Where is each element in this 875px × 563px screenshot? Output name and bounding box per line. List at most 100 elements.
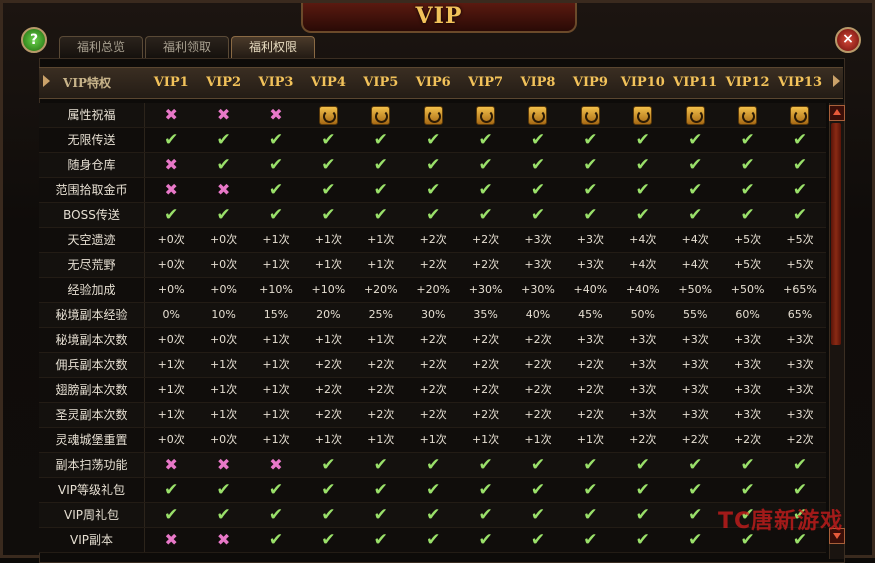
privilege-value: +1次 — [471, 433, 500, 446]
check-icon: ✔ — [478, 205, 493, 225]
blessing-icon — [407, 103, 459, 127]
privilege-value: +1次 — [262, 408, 290, 421]
header-left-arrow-icon[interactable] — [43, 75, 50, 87]
privilege-value: +50% — [730, 283, 765, 296]
check-icon: ✔ — [792, 455, 808, 475]
help-icon[interactable]: ? — [21, 27, 47, 53]
vip-level-header: VIP6 — [415, 75, 451, 90]
check-icon: ✔ — [740, 205, 755, 225]
privilege-value: +2次 — [629, 433, 657, 446]
check-icon: ✔ — [426, 155, 441, 175]
privilege-value: +1次 — [314, 433, 342, 446]
check-icon: ✔ — [321, 505, 336, 525]
privilege-value: +2次 — [576, 408, 604, 421]
check-icon: ✔ — [688, 155, 703, 175]
cross-icon: ✖ — [216, 455, 231, 474]
check-icon: ✔ — [478, 455, 493, 475]
privilege-value: +30% — [468, 283, 503, 296]
check-icon: ✔ — [478, 180, 493, 200]
privilege-value: +50% — [678, 283, 713, 296]
privilege-row: 范围拾取金币 ✖ ✖ ✔ ✔ ✔ ✔ ✔ ✔ ✔ ✔ ✔ ✔ ✔ — [39, 178, 826, 203]
privilege-value: +1次 — [157, 358, 185, 371]
check-icon: ✔ — [635, 455, 650, 475]
cross-icon: ✖ — [164, 455, 178, 474]
privilege-value: 50% — [630, 308, 656, 321]
check-icon: ✔ — [740, 455, 755, 475]
privilege-value: +2次 — [367, 408, 395, 421]
privilege-value: +40% — [573, 283, 608, 296]
check-icon: ✔ — [321, 530, 336, 550]
privilege-value: +3次 — [681, 358, 709, 371]
check-icon: ✔ — [740, 130, 755, 150]
check-icon: ✔ — [740, 180, 755, 200]
check-icon: ✔ — [426, 455, 441, 475]
check-icon: ✔ — [268, 155, 284, 175]
check-icon: ✔ — [426, 130, 441, 150]
privilege-value: +40% — [625, 283, 660, 296]
vip-level-header: VIP2 — [206, 75, 242, 90]
privilege-value: +3次 — [524, 258, 552, 271]
privilege-value: +2次 — [786, 433, 814, 446]
privilege-value: +0% — [210, 283, 237, 296]
vip-level-header: VIP7 — [468, 75, 504, 90]
check-icon: ✔ — [792, 480, 808, 500]
tab-welfare-privileges[interactable]: 福利权限 — [231, 36, 315, 58]
vip-level-header: VIP4 — [310, 75, 346, 90]
privilege-value: +3次 — [786, 383, 814, 396]
check-icon: ✔ — [426, 480, 441, 500]
window-title: VIP — [415, 3, 463, 29]
privilege-value: +3次 — [786, 358, 814, 371]
privilege-value: 55% — [682, 308, 708, 321]
cross-icon: ✖ — [269, 455, 283, 474]
header-right-arrow-icon[interactable] — [833, 75, 840, 87]
check-icon: ✔ — [688, 180, 703, 200]
blessing-icon — [774, 103, 826, 127]
check-icon: ✔ — [321, 455, 336, 475]
privilege-value: 15% — [263, 308, 289, 321]
tab-welfare-claim[interactable]: 福利领取 — [145, 36, 229, 58]
privilege-value: +1次 — [367, 333, 395, 346]
privilege-value: +3次 — [681, 333, 709, 346]
privilege-name: 灵魂城堡重置 — [39, 428, 145, 452]
cross-icon: ✖ — [164, 180, 178, 199]
privilege-name: 无限传送 — [39, 128, 145, 152]
check-icon: ✔ — [268, 205, 284, 225]
privilege-name: 副本扫荡功能 — [39, 453, 145, 477]
check-icon: ✔ — [216, 480, 231, 500]
privilege-row: 经验加成 +0% +0% +10% +10% +20% +20% +30% +30% +40% +4… — [39, 278, 826, 303]
privilege-value: +20% — [363, 283, 398, 296]
privilege-value: +0次 — [157, 258, 185, 271]
privilege-value: +1次 — [262, 383, 290, 396]
privilege-value: +65% — [783, 283, 817, 296]
scroll-up-icon[interactable] — [829, 105, 845, 121]
scrollbar-thumb[interactable] — [831, 123, 841, 345]
privilege-value: +3次 — [733, 383, 762, 396]
check-icon: ✔ — [216, 155, 231, 175]
privilege-value: +5次 — [733, 233, 762, 246]
check-icon: ✔ — [268, 180, 284, 200]
check-icon: ✔ — [530, 530, 546, 550]
close-icon[interactable]: × — [835, 27, 861, 53]
privilege-value: +1次 — [262, 333, 290, 346]
privilege-value: +2次 — [367, 383, 395, 396]
check-icon: ✔ — [426, 180, 441, 200]
privilege-row: 灵魂城堡重置 +0次 +0次 +1次 +1次 +1次 +1次 +1次 +1次 +1次 +2次 +2次 +… — [39, 428, 826, 453]
privilege-value: +2次 — [314, 408, 342, 421]
privilege-name: 范围拾取金币 — [39, 178, 145, 202]
privilege-value: +3次 — [733, 408, 762, 421]
vip-level-header: VIP5 — [363, 75, 399, 90]
privilege-value: +2次 — [419, 408, 447, 421]
privilege-value: +1次 — [209, 383, 238, 396]
tab-welfare-overview[interactable]: 福利总览 — [59, 36, 143, 58]
privilege-name: 属性祝福 — [39, 103, 145, 127]
privilege-row: 无尽荒野 +0次 +0次 +1次 +1次 +1次 +2次 +2次 +3次 +3次 +4次 +4次 +5次… — [39, 253, 826, 278]
check-icon: ✔ — [164, 205, 179, 225]
privilege-value: +1次 — [157, 383, 185, 396]
check-icon: ✔ — [478, 530, 493, 550]
check-icon: ✔ — [530, 505, 546, 525]
privilege-name: 秘境副本经验 — [39, 303, 145, 327]
vip-level-header: VIP1 — [153, 75, 189, 90]
privilege-value: +2次 — [576, 358, 604, 371]
privilege-name: 天空遗迹 — [39, 228, 145, 252]
check-icon: ✔ — [583, 180, 598, 200]
